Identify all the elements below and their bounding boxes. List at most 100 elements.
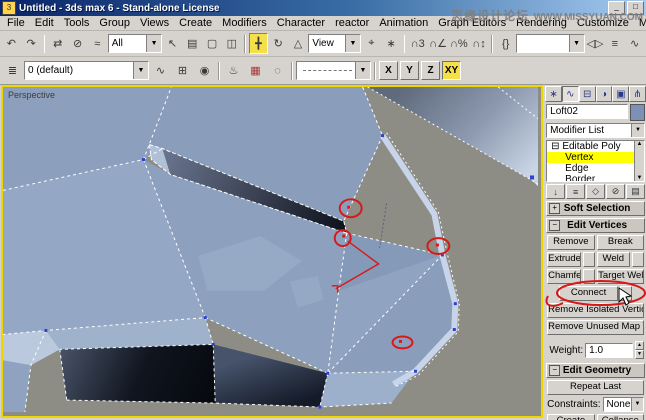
repeat-last-button[interactable]: Repeat Last [547,380,644,395]
menu-file[interactable]: File [2,17,30,30]
menu-views[interactable]: Views [135,17,174,30]
select-and-link-icon[interactable]: ⇄ [48,33,68,54]
select-and-move-icon[interactable]: ╋ [249,33,268,54]
bind-to-spacewarp-icon[interactable]: ≈ [87,33,107,54]
chevron-down-icon[interactable]: ▼ [146,35,162,52]
chevron-down-icon[interactable]: ▼ [344,35,360,52]
object-color-swatch[interactable] [630,104,645,121]
angle-snap-icon[interactable]: ∩∠ [428,33,448,54]
select-object-icon[interactable]: ↖ [163,33,182,54]
render-type-icon[interactable]: ▦ [245,60,266,81]
track-view-icon[interactable]: ∿ [150,60,171,81]
named-selection-sets-icon[interactable]: {} [496,33,516,54]
target-weld-button[interactable]: Target Weld [597,269,644,284]
remove-unused-map-verts-button[interactable]: Remove Unused Map Verts [547,320,644,335]
menu-tools[interactable]: Tools [59,17,95,30]
use-pivot-center-icon[interactable]: ⌖ [361,33,381,54]
collapse-button[interactable]: Collapse [596,414,644,420]
menu-customize[interactable]: Customize [572,17,634,30]
break-button[interactable]: Break [596,235,644,250]
menu-character[interactable]: Character [272,17,330,30]
menu-modifiers[interactable]: Modifiers [217,17,272,30]
chevron-down-icon[interactable]: ▼ [133,62,148,79]
tab-create[interactable]: ∗ [545,86,562,102]
collapse-icon[interactable]: − [549,365,561,376]
select-by-name-icon[interactable]: ▤ [182,33,202,54]
menu-create[interactable]: Create [174,17,217,30]
layer-dropdown[interactable]: 0 (default) ▼ [24,61,149,80]
chevron-down-icon[interactable]: ▼ [631,124,644,137]
modifier-list-dropdown[interactable]: Modifier List ▼ [546,123,645,138]
make-unique-icon[interactable]: ◇ [586,184,606,199]
axis-constraint-x[interactable]: X [379,61,398,80]
weight-spinner[interactable]: ▲ ▼ [635,341,644,359]
minimize-button[interactable]: _ [608,1,625,15]
stack-scrollbar[interactable]: ▲ ▼ [634,141,644,181]
stack-item-vertex[interactable]: Vertex [547,152,634,163]
menu-animation[interactable]: Animation [374,17,433,30]
modifier-stack[interactable]: ⊟ Editable Poly Vertex Edge Border ▲ ▼ [546,140,645,182]
material-editor-icon[interactable]: ◉ [194,60,215,81]
extrude-settings-button[interactable] [582,252,595,267]
spinner-snap-icon[interactable]: ∩↕ [469,33,489,54]
chamfer-button[interactable]: Chamfer [547,269,582,284]
tab-display[interactable]: ▣ [612,86,630,102]
unlink-selection-icon[interactable]: ⊘ [68,33,87,54]
select-and-scale-icon[interactable]: △ [288,33,308,54]
axis-constraint-y[interactable]: Y [400,61,419,80]
chevron-down-icon[interactable]: ▼ [631,398,643,411]
quick-render-icon[interactable]: ◌ [267,60,288,81]
viewport-canvas[interactable] [3,87,538,412]
remove-modifier-icon[interactable]: ⊘ [606,184,626,199]
scroll-down-icon[interactable]: ▼ [637,175,643,181]
menu-group[interactable]: Group [94,17,135,30]
axis-constraint-z[interactable]: Z [421,61,440,80]
reference-coord-dropdown[interactable]: View ▼ [308,34,361,53]
axis-constraint-xy[interactable]: XY [442,61,461,80]
weight-field[interactable]: 1.0 [585,342,633,358]
scroll-up-icon[interactable]: ▲ [637,141,643,147]
tab-hierarchy[interactable]: ⊟ [578,86,596,102]
render-preset-dropdown[interactable]: ▼ [296,61,371,80]
menu-rendering[interactable]: Rendering [511,17,572,30]
tab-modify[interactable]: ∿ [561,86,579,102]
align-icon[interactable]: ≡ [605,33,625,54]
snap-toggle-3d-icon[interactable]: ∩3 [408,33,428,54]
select-and-manipulate-icon[interactable]: ∗ [381,33,401,54]
maximize-button[interactable]: □ [627,1,644,15]
redo-icon[interactable]: ↷ [21,33,41,54]
menu-edit[interactable]: Edit [30,17,59,30]
tab-motion[interactable]: ◑ [595,86,613,102]
menu-maxscript[interactable]: MAXScript [634,17,646,30]
undo-icon[interactable]: ↶ [2,33,21,54]
collapse-icon[interactable]: − [549,220,561,231]
show-end-result-icon[interactable]: ≡ [566,184,586,199]
configure-modifier-sets-icon[interactable]: ▤ [626,184,645,199]
stack-item-editable-poly[interactable]: ⊟ Editable Poly [547,141,634,152]
selection-filter-dropdown[interactable]: All ▼ [107,34,163,53]
chevron-down-icon[interactable]: ▼ [568,35,584,52]
create-button[interactable]: Create [547,414,595,420]
constraints-dropdown[interactable]: None ▼ [602,397,644,412]
tab-utilities[interactable]: ⋔ [629,86,646,102]
select-and-rotate-icon[interactable]: ↻ [268,33,288,54]
remove-button[interactable]: Remove [547,235,595,250]
menu-reactor[interactable]: reactor [330,17,374,30]
mirror-icon[interactable]: ◁▷ [585,33,605,54]
spinner-up-icon[interactable]: ▲ [635,341,644,350]
weld-button[interactable]: Weld [596,252,630,267]
named-sets-dropdown[interactable]: ▼ [516,34,585,53]
rollout-edit-geometry[interactable]: − Edit Geometry [546,363,645,378]
rollout-soft-selection[interactable]: + Soft Selection [546,201,645,216]
rect-selection-region-icon[interactable]: ▢ [202,33,222,54]
rollout-edit-vertices[interactable]: − Edit Vertices [546,218,645,233]
render-scene-icon[interactable]: ♨ [223,60,244,81]
perspective-viewport[interactable]: Perspective [1,85,544,418]
curve-editor-icon[interactable]: ∿ [625,33,645,54]
stack-item-border[interactable]: Border [547,174,634,181]
connect-settings-button[interactable] [620,286,632,301]
connect-button[interactable]: Connect [559,286,618,301]
menu-graph-editors[interactable]: Graph Editors [433,17,511,30]
weld-settings-button[interactable] [632,252,644,267]
chamfer-settings-button[interactable] [583,269,596,284]
